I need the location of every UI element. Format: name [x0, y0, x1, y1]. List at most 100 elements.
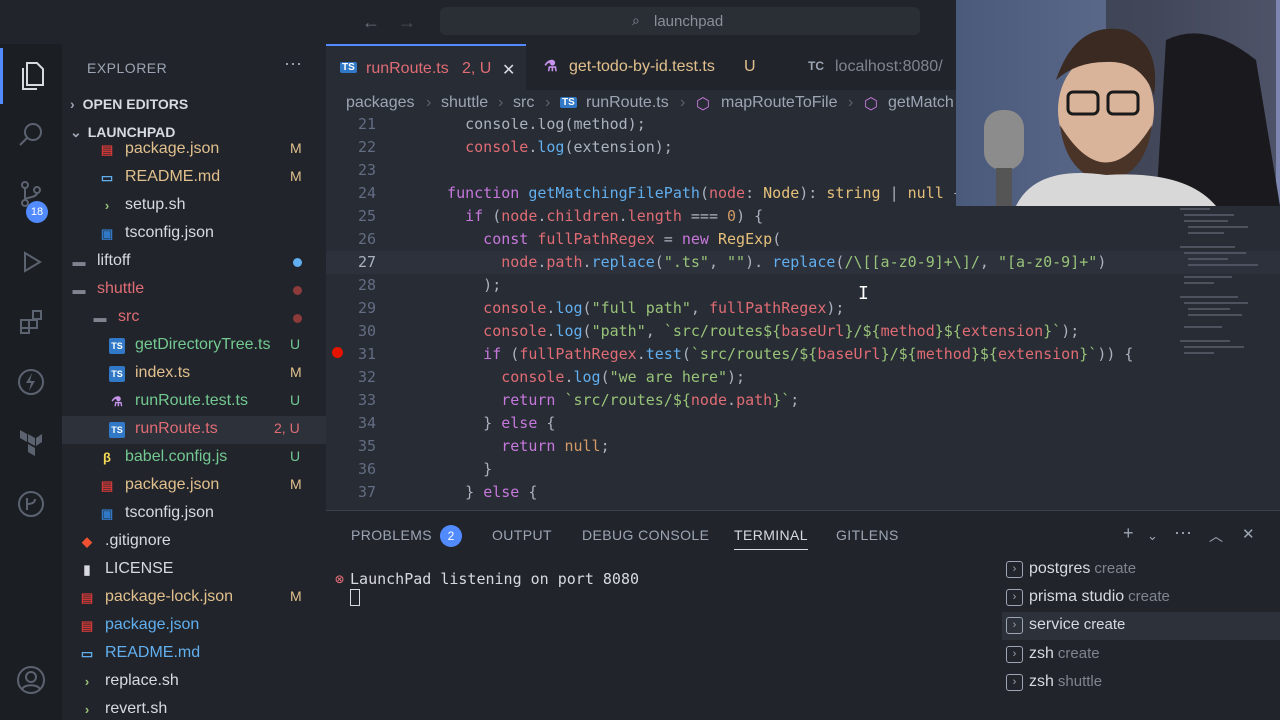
- tab-runroute[interactable]: TS runRoute.ts 2, U ✕: [326, 44, 526, 90]
- terminal-icon: ›: [1006, 617, 1023, 634]
- tree-item[interactable]: ▬ liftoff: [62, 248, 326, 276]
- tree-item[interactable]: ▭ README.md M: [62, 164, 326, 192]
- babel-file-icon: β: [103, 450, 111, 465]
- terminal-item-zsh-shuttle[interactable]: › zsh shuttle: [1002, 669, 1280, 697]
- lightning-icon[interactable]: [0, 354, 62, 410]
- folder-status-dot: [293, 314, 302, 323]
- explorer-icon[interactable]: [0, 48, 62, 104]
- minimap[interactable]: [1178, 206, 1278, 386]
- terminal-item-service[interactable]: › service create: [1002, 612, 1280, 640]
- maximize-panel-icon[interactable]: ︿: [1209, 526, 1223, 546]
- code-line[interactable]: 32 console.log("we are here");: [326, 366, 1280, 389]
- tree-item[interactable]: TS index.ts M: [62, 360, 326, 388]
- tree-item[interactable]: TS getDirectoryTree.ts U: [62, 332, 326, 360]
- tree-item[interactable]: ⚗ runRoute.test.ts U: [62, 388, 326, 416]
- gitlens-icon[interactable]: [0, 476, 62, 532]
- code-line[interactable]: 25 if (node.children.length === 0) {: [326, 205, 1280, 228]
- license-file-icon: ▮: [83, 562, 91, 577]
- line-number: 34: [357, 414, 376, 432]
- extensions-icon[interactable]: [0, 294, 62, 350]
- new-terminal-icon[interactable]: +: [1123, 523, 1134, 544]
- line-number: 32: [357, 368, 376, 386]
- more-actions-icon[interactable]: ⋯: [284, 54, 302, 75]
- breadcrumb-file[interactable]: runRoute.ts: [586, 94, 669, 112]
- terminal-item-zsh[interactable]: › zsh create: [1002, 641, 1280, 669]
- breadcrumb-getmatch[interactable]: getMatch: [888, 94, 954, 112]
- terminal-item-prisma-studio[interactable]: › prisma studio create: [1002, 584, 1280, 612]
- git-status-badge: 2, U: [274, 420, 300, 436]
- tab-label: get-todo-by-id.test.ts: [569, 58, 715, 75]
- terminal-output[interactable]: ⊗ LaunchPad listening on port 8080: [335, 570, 639, 588]
- tree-item[interactable]: ▣ tsconfig.json: [62, 220, 326, 248]
- breakpoint-icon[interactable]: [332, 347, 343, 358]
- tab-gitlens[interactable]: GITLENS: [836, 527, 899, 543]
- tab-terminal[interactable]: TERMINAL: [734, 527, 808, 550]
- tab-problems[interactable]: PROBLEMS: [351, 527, 432, 543]
- close-panel-icon[interactable]: ✕: [1242, 525, 1255, 543]
- tree-item[interactable]: ▭ README.md: [62, 640, 326, 668]
- tab-status: U: [744, 58, 756, 75]
- tree-item[interactable]: ▤ package.json: [62, 612, 326, 640]
- more-actions-icon[interactable]: ⋯: [1174, 523, 1192, 544]
- back-arrow-icon[interactable]: ←: [362, 12, 380, 33]
- tree-item[interactable]: TS runRoute.ts 2, U: [62, 416, 326, 444]
- breadcrumb-maproutetofile[interactable]: mapRouteToFile: [721, 94, 838, 112]
- tree-item[interactable]: ▮ LICENSE: [62, 556, 326, 584]
- code-line[interactable]: 31 if (fullPathRegex.test(`src/routes/${…: [326, 343, 1280, 366]
- code-line[interactable]: 29 console.log("full path", fullPathRege…: [326, 297, 1280, 320]
- chevron-down-icon[interactable]: ⌄: [1147, 528, 1158, 544]
- tree-item[interactable]: ◆ .gitignore: [62, 528, 326, 556]
- code-text: node.path.replace(".ts", ""). replace(/\…: [429, 253, 1107, 271]
- search-icon[interactable]: [0, 106, 62, 162]
- folder-status-dot: [293, 258, 302, 267]
- forward-arrow-icon[interactable]: →: [398, 12, 416, 33]
- tree-item[interactable]: ▤ package-lock.json M: [62, 584, 326, 612]
- tab-debug-console[interactable]: DEBUG CONSOLE: [582, 527, 709, 543]
- code-line[interactable]: 28 );: [326, 274, 1280, 297]
- tree-item[interactable]: ▤ package.json M: [62, 136, 326, 164]
- tree-item[interactable]: › setup.sh: [62, 192, 326, 220]
- breadcrumb-separator: ›: [498, 94, 504, 111]
- bottom-panel: PROBLEMS 2 OUTPUT DEBUG CONSOLE TERMINAL…: [326, 510, 1280, 720]
- account-icon[interactable]: [0, 652, 62, 708]
- terminal-icon: ›: [1006, 561, 1023, 578]
- json-file-icon: ▤: [80, 618, 94, 633]
- line-number: 21: [357, 118, 376, 133]
- problems-count-badge: 2: [440, 525, 462, 547]
- tree-item[interactable]: ▬ src: [62, 304, 326, 332]
- git-status-badge: U: [290, 448, 301, 464]
- open-editors-header[interactable]: › OPEN EDITORS: [70, 96, 188, 112]
- code-line[interactable]: 30 console.log("path", `src/routes${base…: [326, 320, 1280, 343]
- folder-status-dot: [293, 286, 302, 295]
- code-line[interactable]: 26 const fullPathRegex = new RegExp(: [326, 228, 1280, 251]
- tab-output[interactable]: OUTPUT: [492, 527, 552, 543]
- command-center-search[interactable]: ⌕ launchpad: [440, 7, 920, 35]
- line-number: 37: [357, 483, 376, 501]
- tree-item[interactable]: ▣ tsconfig.json: [62, 500, 326, 528]
- terminal-item-postgres[interactable]: › postgres create: [1002, 556, 1280, 584]
- breadcrumb-src[interactable]: src: [513, 94, 534, 112]
- code-line[interactable]: 33 return `src/routes/${node.path}`;: [326, 389, 1280, 412]
- ts-file-icon: TS: [109, 338, 125, 354]
- tree-item[interactable]: ▬ shuttle: [62, 276, 326, 304]
- code-text: } else {: [429, 414, 556, 432]
- tree-item[interactable]: β babel.config.js U: [62, 444, 326, 472]
- browser-icon: TC: [808, 59, 824, 73]
- tree-item[interactable]: › replace.sh: [62, 668, 326, 696]
- tree-item[interactable]: › revert.sh: [62, 696, 326, 720]
- run-debug-icon[interactable]: [0, 234, 62, 290]
- code-line[interactable]: 36 }: [326, 458, 1280, 481]
- close-icon[interactable]: ✕: [502, 60, 515, 80]
- tree-item-label: babel.config.js: [125, 448, 228, 465]
- code-line[interactable]: 35 return null;: [326, 435, 1280, 458]
- code-line[interactable]: 34 } else {: [326, 412, 1280, 435]
- code-line[interactable]: 37 } else {: [326, 481, 1280, 504]
- git-status-badge: M: [290, 140, 302, 156]
- breadcrumb-packages[interactable]: packages: [346, 94, 415, 112]
- git-status-badge: M: [290, 364, 302, 380]
- terraform-icon[interactable]: [0, 414, 62, 470]
- tab-get-todo-test[interactable]: ⚗ get-todo-by-id.test.ts U: [528, 44, 780, 90]
- breadcrumb-shuttle[interactable]: shuttle: [441, 94, 488, 112]
- code-line[interactable]: 27 node.path.replace(".ts", ""). replace…: [326, 251, 1280, 274]
- tree-item[interactable]: ▤ package.json M: [62, 472, 326, 500]
